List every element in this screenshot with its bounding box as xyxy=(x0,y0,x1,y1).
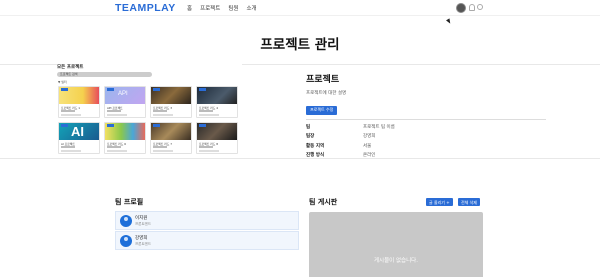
info-key: 활동 지역 xyxy=(306,143,325,149)
member-card[interactable]: 강영희 프론트엔드 xyxy=(115,231,299,250)
write-post-button[interactable]: 글 올리기 + xyxy=(426,198,453,206)
preview-card: 프로젝트 카드 1 xyxy=(58,86,100,118)
info-key: 팀장 xyxy=(306,134,315,139)
preview-title: 모든 프로젝트 xyxy=(57,65,84,70)
card-badge xyxy=(107,124,114,127)
info-row-method: 진행 방식 온라인 xyxy=(306,152,546,158)
team-board-title: 팀 게시판 xyxy=(309,198,338,206)
card-line xyxy=(153,114,173,116)
mouse-cursor-icon xyxy=(446,18,452,25)
member-name: 강영희 xyxy=(135,236,148,241)
delete-all-button[interactable]: 전체 삭제 xyxy=(458,198,480,206)
card-badge xyxy=(199,124,206,127)
nav-link-about[interactable]: 소개 xyxy=(246,4,256,12)
nav-link-members[interactable]: 팀원 xyxy=(228,4,238,12)
preview-card: API API 프로젝트 xyxy=(104,86,146,118)
preview-card: 프로젝트 카드 6 xyxy=(104,122,146,154)
board-area: 게시물이 없습니다. xyxy=(309,212,483,277)
card-line xyxy=(107,114,127,116)
info-row-team: 팀 프로젝트 팀 이름 xyxy=(306,124,546,130)
project-preview-image: 모든 프로젝트 프로젝트 검색 ▼ 필터 프로젝트 카드 1 API API 프… xyxy=(57,64,242,156)
user-avatar[interactable] xyxy=(456,3,466,13)
bell-icon[interactable] xyxy=(469,4,475,11)
member-avatar-icon xyxy=(120,215,132,227)
info-value: 강영희 xyxy=(363,134,376,139)
info-key: 팀 xyxy=(306,124,311,130)
card-badge xyxy=(153,88,160,91)
nav-link-home[interactable]: 홈 xyxy=(187,4,192,12)
preview-search-text: 프로젝트 검색 xyxy=(60,72,78,76)
edit-project-button[interactable]: 프로젝트 수정 xyxy=(306,105,338,115)
preview-filter: ▼ 필터 xyxy=(58,80,67,84)
card-line xyxy=(107,150,127,152)
preview-search: 프로젝트 검색 xyxy=(57,72,152,77)
info-value: 온라인 xyxy=(363,153,376,158)
card-line xyxy=(199,114,219,116)
member-card[interactable]: 이지원 프론트엔드 xyxy=(115,211,299,230)
card-line xyxy=(199,150,219,152)
project-description: 프로젝트에 대한 설명 xyxy=(306,91,347,96)
card-line xyxy=(107,146,121,148)
info-row-region: 활동 지역 서울 xyxy=(306,143,546,149)
member-role: 프론트엔드 xyxy=(135,242,152,246)
card-badge xyxy=(107,88,114,91)
top-navigation: TEAMPLAY 홈 프로젝트 팀원 소개 xyxy=(0,0,600,16)
card-badge xyxy=(61,88,68,91)
preview-card: 프로젝트 카드 8 xyxy=(196,122,238,154)
info-value: 프로젝트 팀 이름 xyxy=(363,124,395,130)
info-value: 서울 xyxy=(363,143,372,149)
info-row-leader: 팀장 강영희 xyxy=(306,133,546,139)
card-badge xyxy=(61,124,68,127)
preview-card: AI AI 프로젝트 xyxy=(58,122,100,154)
logo[interactable]: TEAMPLAY xyxy=(115,2,176,14)
card-line xyxy=(153,146,167,148)
board-empty-text: 게시물이 없습니다. xyxy=(374,258,418,264)
project-title: 프로젝트 xyxy=(306,75,340,85)
card-line xyxy=(199,146,213,148)
page-title: 프로젝트 관리 xyxy=(260,37,340,53)
card-line xyxy=(153,150,173,152)
preview-card: 프로젝트 카드 4 xyxy=(196,86,238,118)
card-line xyxy=(61,146,75,148)
card-line xyxy=(107,110,121,112)
card-badge xyxy=(199,88,206,91)
card-line xyxy=(61,114,81,116)
card-badge xyxy=(153,124,160,127)
team-profile-title: 팀 프로필 xyxy=(115,198,144,206)
member-avatar-icon xyxy=(120,235,132,247)
info-key: 진행 방식 xyxy=(306,153,325,158)
card-line xyxy=(199,110,213,112)
member-role: 프론트엔드 xyxy=(135,222,152,226)
card-api-label: API xyxy=(118,91,128,97)
project-info-panel: 프로젝트 프로젝트에 대한 설명 프로젝트 수정 팀 프로젝트 팀 이름 팀장 … xyxy=(306,72,546,158)
preview-card: 프로젝트 카드 7 xyxy=(150,122,192,154)
nav-links: 홈 프로젝트 팀원 소개 xyxy=(187,4,257,12)
card-ai-label: AI xyxy=(71,124,84,139)
divider xyxy=(306,119,546,120)
card-line xyxy=(61,150,81,152)
card-line xyxy=(61,110,75,112)
member-name: 이지원 xyxy=(135,216,148,221)
nav-link-projects[interactable]: 프로젝트 xyxy=(200,4,220,12)
preview-card: 프로젝트 카드 3 xyxy=(150,86,192,118)
card-line xyxy=(153,110,167,112)
gear-icon[interactable] xyxy=(477,4,483,10)
